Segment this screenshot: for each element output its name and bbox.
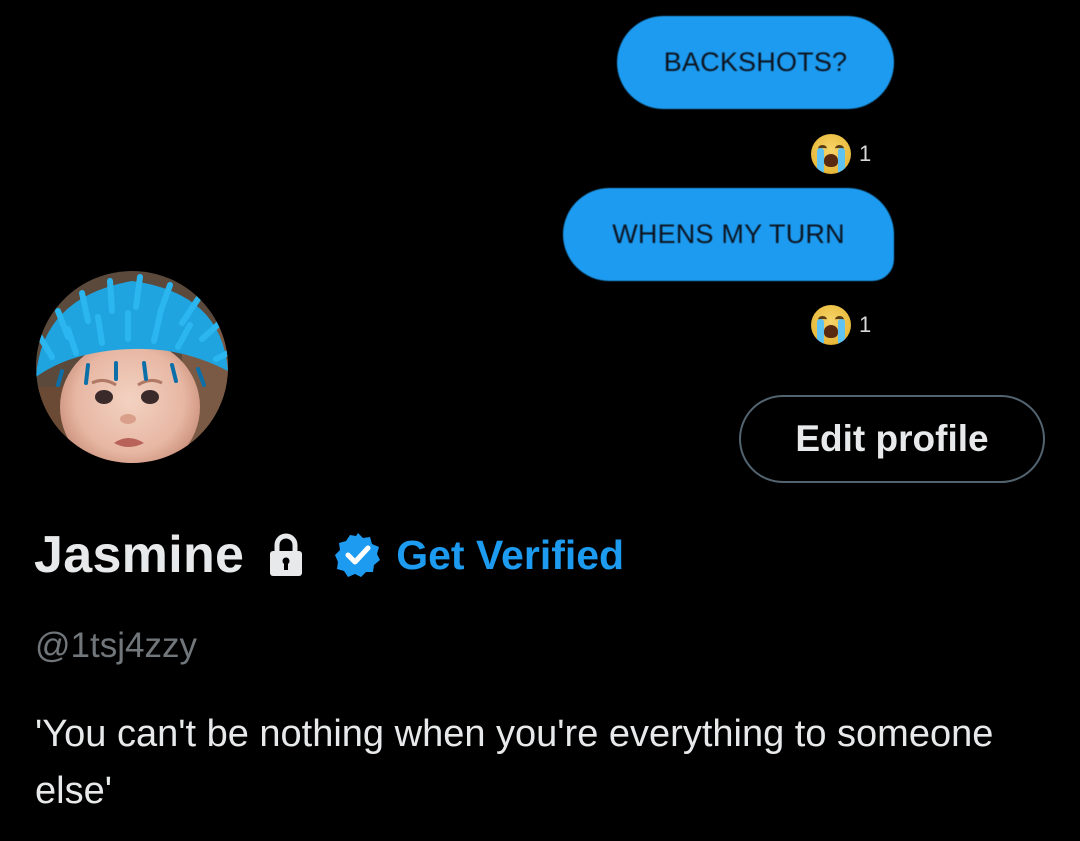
avatar[interactable]	[32, 267, 232, 467]
chat-bubble-text: BACKSHOTS?	[663, 47, 848, 77]
lock-icon	[268, 533, 304, 577]
profile-handle: @1tsj4zzy	[35, 626, 197, 665]
chat-bubble: WHENS MY TURN	[563, 188, 894, 281]
get-verified-link[interactable]: Get Verified	[396, 532, 624, 579]
chat-bubble-text: WHENS MY TURN	[612, 219, 845, 249]
display-name: Jasmine	[34, 526, 245, 584]
avatar-photo	[36, 271, 228, 463]
loudly-crying-face-icon	[811, 134, 851, 174]
message-reaction: 1	[811, 134, 871, 174]
reaction-count: 1	[859, 312, 872, 337]
message-reaction: 1	[811, 305, 871, 345]
loudly-crying-face-icon	[811, 305, 851, 345]
edit-profile-button[interactable]: Edit profile	[739, 395, 1045, 483]
reaction-count: 1	[859, 141, 872, 166]
chat-bubble: BACKSHOTS?	[617, 16, 894, 109]
profile-name-row: Jasmine Get Verified	[34, 522, 624, 588]
profile-bio: 'You can't be nothing when you're everyt…	[35, 713, 994, 812]
verified-badge-icon[interactable]	[334, 531, 382, 579]
